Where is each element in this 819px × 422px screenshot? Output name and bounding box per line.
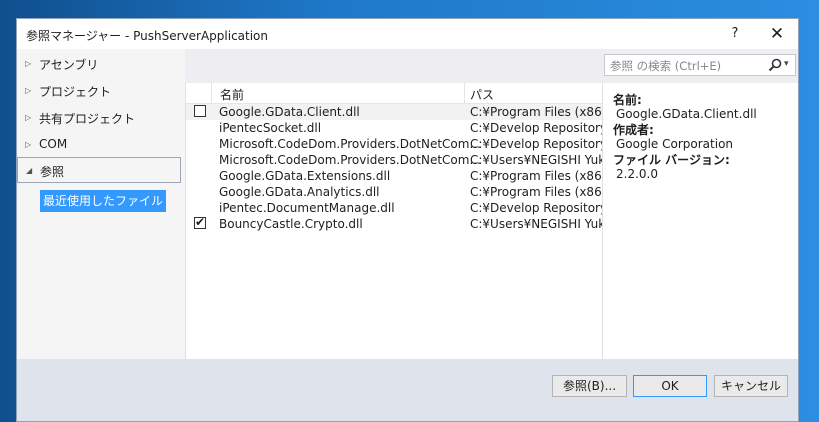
table-row[interactable]: iPentec.DocumentManage.dll C:¥Develop Re… [186, 200, 602, 216]
row-name: Google.GData.Analytics.dll [219, 185, 380, 199]
nav-item-label: COM [39, 137, 68, 151]
collapse-arrow-icon: ◢ [26, 166, 33, 175]
details-panel: 名前: Google.GData.Client.dll 作成者: Google … [602, 83, 798, 379]
row-path: C:¥Develop Repository¥iPen [470, 137, 602, 151]
name-label: 名前: [613, 93, 642, 107]
reference-list: 名前 パス Google.GData.Client.dll C:¥Program… [185, 83, 602, 379]
table-row[interactable]: Google.GData.Extensions.dll C:¥Program F… [186, 168, 602, 184]
expand-arrow-icon: ▷ [25, 59, 32, 68]
list-header: 名前 パス [186, 83, 602, 104]
column-divider [211, 83, 212, 103]
nav-item-assemblies[interactable]: ▷ アセンブリ [17, 51, 181, 77]
include-checkbox[interactable] [194, 105, 206, 117]
file-version-value: 2.2.0.0 [616, 167, 658, 181]
dialog-footer: 参照(B)... OK キャンセル [17, 359, 798, 421]
column-header-path[interactable]: パス [470, 86, 494, 103]
nav-item-label: 参照 [40, 165, 65, 179]
row-path: C:¥Users¥NEGISHI Yukio¥Do [470, 153, 602, 167]
row-name: iPentecSocket.dll [219, 121, 322, 135]
help-button[interactable]: ? [715, 19, 755, 49]
chevron-down-icon[interactable]: ▾ [784, 59, 789, 69]
nav-item-com[interactable]: ▷ COM [17, 132, 181, 158]
file-version-label: ファイル バージョン: [613, 153, 730, 167]
check-icon: ✔ [195, 215, 206, 229]
nav-item-projects[interactable]: ▷ プロジェクト [17, 78, 181, 104]
column-divider[interactable] [464, 83, 465, 103]
row-path: C:¥Develop Repository¥iPen [470, 121, 602, 135]
name-value: Google.GData.Client.dll [616, 107, 757, 121]
row-path: C:¥Program Files (x86)¥Goo [470, 185, 602, 199]
expand-arrow-icon: ▷ [25, 86, 32, 95]
search-input[interactable]: 参照 の検索 (Ctrl+E) ▾ [604, 54, 796, 76]
row-path: C:¥Develop Repository¥iPen [470, 201, 602, 215]
ok-button[interactable]: OK [633, 375, 707, 397]
expand-arrow-icon: ▷ [25, 113, 32, 122]
browse-button[interactable]: 参照(B)... [552, 375, 627, 397]
nav-subitem-recent-files[interactable]: 最近使用したファイル [40, 190, 167, 212]
nav-item-browse[interactable]: ◢ 参照 [17, 157, 181, 183]
nav-item-shared-projects[interactable]: ▷ 共有プロジェクト [17, 105, 181, 131]
nav-item-label: アセンブリ [39, 58, 99, 72]
expand-arrow-icon: ▷ [25, 140, 32, 149]
row-name: iPentec.DocumentManage.dll [219, 201, 395, 215]
nav-item-label: プロジェクト [39, 85, 112, 99]
row-path: C:¥Program Files (x86)¥Goo [470, 105, 602, 119]
author-label: 作成者: [613, 123, 654, 137]
row-path: C:¥Users¥NEGISHI Yukio¥Do [470, 217, 602, 231]
cancel-button[interactable]: キャンセル [714, 375, 788, 397]
table-row[interactable]: iPentecSocket.dll C:¥Develop Repository¥… [186, 120, 602, 136]
table-row[interactable]: Microsoft.CodeDom.Providers.DotNetCom...… [186, 152, 602, 168]
reference-manager-dialog: 参照マネージャー - PushServerApplication ? ✕ ▷ ア… [16, 18, 799, 422]
window-title: 参照マネージャー - PushServerApplication [26, 29, 269, 43]
search-icon[interactable] [767, 57, 783, 73]
table-row[interactable]: Google.GData.Analytics.dll C:¥Program Fi… [186, 184, 602, 200]
table-row[interactable]: Microsoft.CodeDom.Providers.DotNetCom...… [186, 136, 602, 152]
category-nav: ▷ アセンブリ ▷ プロジェクト ▷ 共有プロジェクト ▷ COM ◢ 参照 最… [17, 49, 185, 379]
row-name: Microsoft.CodeDom.Providers.DotNetCom... [219, 137, 481, 151]
nav-item-label: 共有プロジェクト [39, 112, 136, 126]
row-name: BouncyCastle.Crypto.dll [219, 217, 363, 231]
include-checkbox[interactable]: ✔ [194, 215, 206, 229]
title-bar: 参照マネージャー - PushServerApplication ? ✕ [17, 19, 798, 49]
row-name: Microsoft.CodeDom.Providers.DotNetCom... [219, 153, 481, 167]
row-name: Google.GData.Client.dll [219, 105, 360, 119]
row-name: Google.GData.Extensions.dll [219, 169, 391, 183]
table-row[interactable]: ✔ BouncyCastle.Crypto.dll C:¥Users¥NEGIS… [186, 215, 602, 232]
close-button[interactable]: ✕ [757, 19, 797, 49]
table-row[interactable]: Google.GData.Client.dll C:¥Program Files… [186, 104, 602, 120]
row-path: C:¥Program Files (x86)¥Goo [470, 169, 602, 183]
author-value: Google Corporation [616, 137, 734, 151]
search-placeholder: 参照 の検索 (Ctrl+E) [610, 59, 722, 73]
column-header-name[interactable]: 名前 [220, 86, 244, 103]
